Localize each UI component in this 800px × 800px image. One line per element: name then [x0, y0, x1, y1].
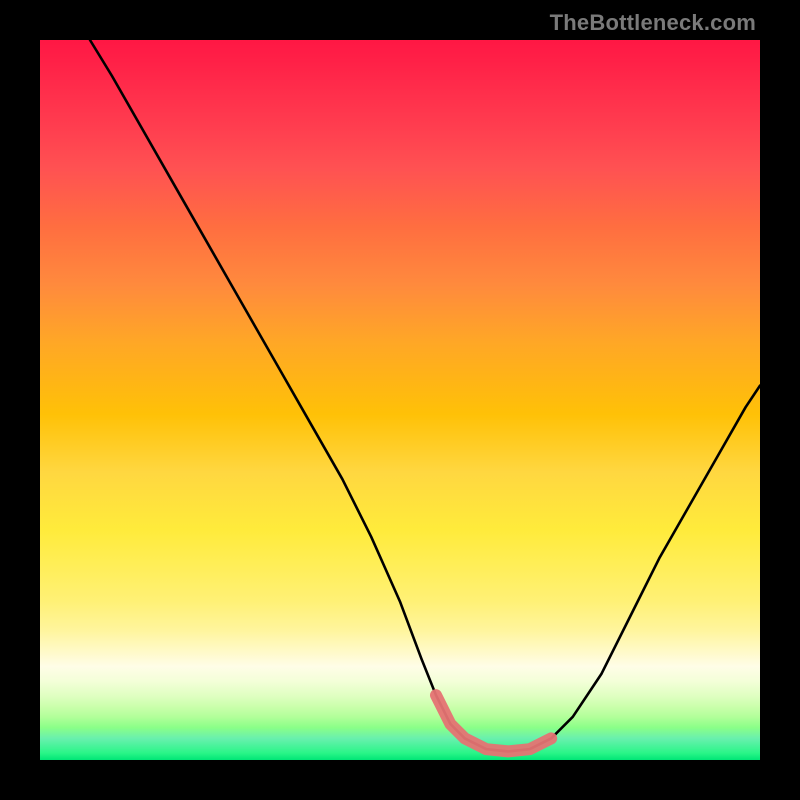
bottleneck-curve-path — [90, 40, 760, 751]
chart-canvas: TheBottleneck.com — [0, 0, 800, 800]
optimal-segment-path — [436, 695, 551, 751]
attribution-text: TheBottleneck.com — [550, 10, 756, 36]
curve-layer — [40, 40, 760, 760]
